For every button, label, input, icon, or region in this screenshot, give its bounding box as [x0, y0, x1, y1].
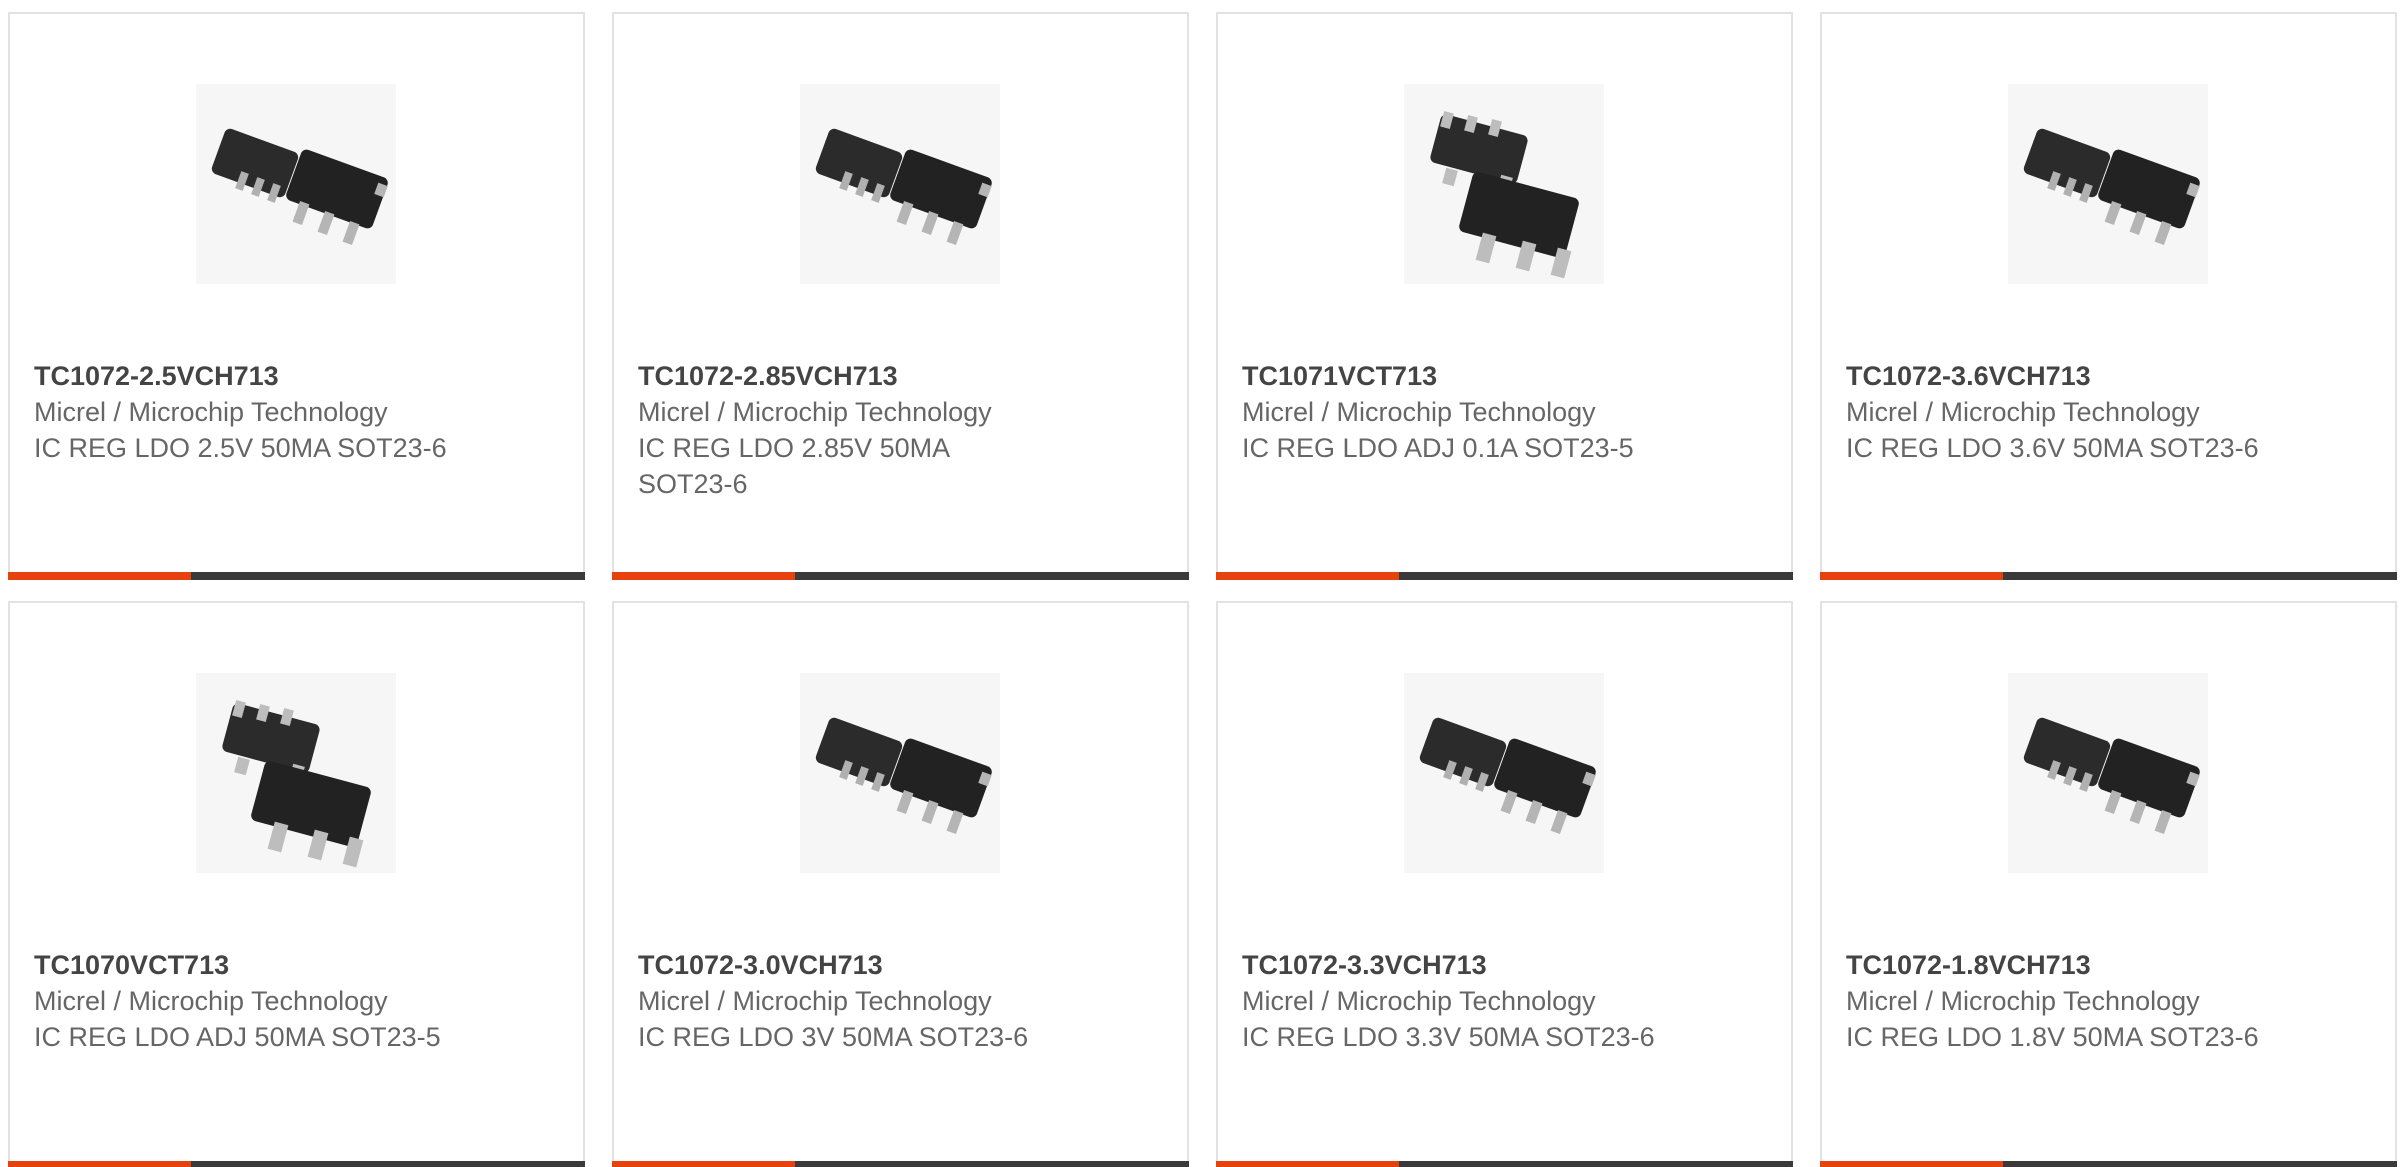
card-footer-bar [1820, 1161, 2397, 1167]
card-accent-bar [8, 572, 191, 580]
sot23-5-chip-icon [1404, 84, 1604, 284]
product-grid: TC1072-2.5VCH713 Micrel / Microchip Tech… [0, 0, 2400, 1167]
part-number[interactable]: TC1071VCT713 [1242, 358, 1672, 394]
sot23-6-chip-icon [800, 84, 1000, 284]
part-number[interactable]: TC1070VCT713 [34, 947, 464, 983]
product-info: TC1072-3.6VCH713 Micrel / Microchip Tech… [1846, 358, 2276, 466]
card-footer-bar [1216, 1161, 1793, 1167]
product-info: TC1072-1.8VCH713 Micrel / Microchip Tech… [1846, 947, 2276, 1055]
description: IC REG LDO ADJ 50MA SOT23-5 [34, 1022, 441, 1052]
description: IC REG LDO ADJ 0.1A SOT23-5 [1242, 433, 1634, 463]
card-accent-bar [1820, 1161, 2003, 1167]
product-card[interactable]: TC1072-3.3VCH713 Micrel / Microchip Tech… [1216, 601, 1793, 1167]
product-card[interactable]: TC1072-2.85VCH713 Micrel / Microchip Tec… [612, 12, 1189, 580]
part-number[interactable]: TC1072-3.3VCH713 [1242, 947, 1672, 983]
card-footer-bar [8, 1161, 585, 1167]
card-accent-bar [1216, 1161, 1399, 1167]
description: IC REG LDO 2.5V 50MA SOT23-6 [34, 433, 447, 463]
product-card[interactable]: TC1072-2.5VCH713 Micrel / Microchip Tech… [8, 12, 585, 580]
manufacturer: Micrel / Microchip Technology [1846, 397, 2200, 427]
product-info: TC1071VCT713 Micrel / Microchip Technolo… [1242, 358, 1672, 466]
description: IC REG LDO 3.3V 50MA SOT23-6 [1242, 1022, 1655, 1052]
manufacturer: Micrel / Microchip Technology [1242, 986, 1596, 1016]
card-footer-bar [1216, 572, 1793, 580]
manufacturer: Micrel / Microchip Technology [638, 397, 992, 427]
product-card[interactable]: TC1072-3.6VCH713 Micrel / Microchip Tech… [1820, 12, 2397, 580]
manufacturer: Micrel / Microchip Technology [1846, 986, 2200, 1016]
part-number[interactable]: TC1072-2.5VCH713 [34, 358, 464, 394]
card-accent-bar [8, 1161, 191, 1167]
sot23-6-chip-icon [2008, 673, 2208, 873]
part-number[interactable]: TC1072-3.6VCH713 [1846, 358, 2276, 394]
card-footer-bar [8, 572, 585, 580]
product-info: TC1072-2.85VCH713 Micrel / Microchip Tec… [638, 358, 1068, 502]
card-accent-bar [1820, 572, 2003, 580]
card-accent-bar [1216, 572, 1399, 580]
part-number[interactable]: TC1072-3.0VCH713 [638, 947, 1068, 983]
product-info: TC1072-3.0VCH713 Micrel / Microchip Tech… [638, 947, 1068, 1055]
manufacturer: Micrel / Microchip Technology [638, 986, 992, 1016]
manufacturer: Micrel / Microchip Technology [1242, 397, 1596, 427]
description: IC REG LDO 1.8V 50MA SOT23-6 [1846, 1022, 2259, 1052]
card-accent-bar [612, 572, 795, 580]
sot23-5-chip-icon [196, 673, 396, 873]
sot23-6-chip-icon [800, 673, 1000, 873]
product-info: TC1072-2.5VCH713 Micrel / Microchip Tech… [34, 358, 464, 466]
product-card[interactable]: TC1072-3.0VCH713 Micrel / Microchip Tech… [612, 601, 1189, 1167]
product-card[interactable]: TC1072-1.8VCH713 Micrel / Microchip Tech… [1820, 601, 2397, 1167]
card-footer-bar [612, 572, 1189, 580]
card-footer-bar [1820, 572, 2397, 580]
description: IC REG LDO 2.85V 50MA SOT23-6 [638, 433, 949, 499]
manufacturer: Micrel / Microchip Technology [34, 986, 388, 1016]
product-card[interactable]: TC1070VCT713 Micrel / Microchip Technolo… [8, 601, 585, 1167]
part-number[interactable]: TC1072-1.8VCH713 [1846, 947, 2276, 983]
description: IC REG LDO 3V 50MA SOT23-6 [638, 1022, 1029, 1052]
part-number[interactable]: TC1072-2.85VCH713 [638, 358, 1068, 394]
card-footer-bar [612, 1161, 1189, 1167]
product-card[interactable]: TC1071VCT713 Micrel / Microchip Technolo… [1216, 12, 1793, 580]
sot23-6-chip-icon [196, 84, 396, 284]
sot23-6-chip-icon [2008, 84, 2208, 284]
product-info: TC1070VCT713 Micrel / Microchip Technolo… [34, 947, 464, 1055]
description: IC REG LDO 3.6V 50MA SOT23-6 [1846, 433, 2259, 463]
manufacturer: Micrel / Microchip Technology [34, 397, 388, 427]
sot23-6-chip-icon [1404, 673, 1604, 873]
card-accent-bar [612, 1161, 795, 1167]
product-info: TC1072-3.3VCH713 Micrel / Microchip Tech… [1242, 947, 1672, 1055]
